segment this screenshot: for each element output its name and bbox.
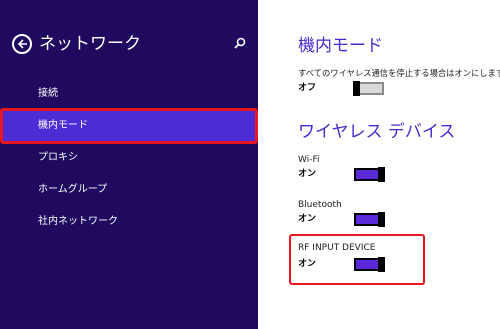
nav-header: ネットワーク bbox=[12, 32, 252, 60]
airplane-mode-heading: 機内モード bbox=[298, 36, 383, 56]
nav-item-connections[interactable]: 接続 bbox=[38, 86, 58, 102]
wifi-toggle[interactable] bbox=[354, 167, 385, 182]
wifi-state: オン bbox=[298, 169, 317, 179]
rf-input-device-toggle[interactable] bbox=[354, 257, 385, 272]
toggle-thumb bbox=[353, 81, 360, 96]
nav-item-airplane-mode[interactable]: 機内モード bbox=[0, 111, 255, 141]
search-icon[interactable] bbox=[232, 36, 248, 52]
nav-item-homegroup[interactable]: ホームグループ bbox=[38, 182, 107, 198]
nav-item-workplace[interactable]: 社内ネットワーク bbox=[38, 214, 118, 230]
nav-item-label: 機内モード bbox=[38, 120, 88, 131]
toggle-thumb bbox=[378, 212, 385, 227]
bluetooth-label: Bluetooth bbox=[298, 200, 342, 210]
toggle-thumb bbox=[378, 257, 385, 272]
bluetooth-state: オン bbox=[298, 214, 317, 224]
rf-input-device-label: RF INPUT DEVICE bbox=[298, 243, 376, 253]
airplane-mode-description: すべてのワイヤレス通信を停止する場合はオンにします bbox=[298, 68, 500, 78]
wifi-label: Wi-Fi bbox=[298, 155, 320, 165]
page-title: ネットワーク bbox=[39, 34, 141, 54]
nav-item-proxy[interactable]: プロキシ bbox=[38, 150, 78, 166]
back-arrow-icon[interactable] bbox=[12, 34, 32, 54]
navigation-pane: ネットワーク 接続 機内モード プロキシ ホームグループ 社内ネットワーク bbox=[0, 0, 258, 329]
airplane-mode-state: オフ bbox=[298, 83, 317, 93]
airplane-mode-toggle[interactable] bbox=[353, 81, 384, 96]
bluetooth-toggle[interactable] bbox=[354, 212, 385, 227]
toggle-thumb bbox=[378, 167, 385, 182]
wireless-devices-heading: ワイヤレス デバイス bbox=[298, 122, 456, 142]
rf-input-device-state: オン bbox=[298, 259, 317, 269]
settings-content: 機内モード すべてのワイヤレス通信を停止する場合はオンにします オフ ワイヤレス… bbox=[258, 0, 500, 329]
